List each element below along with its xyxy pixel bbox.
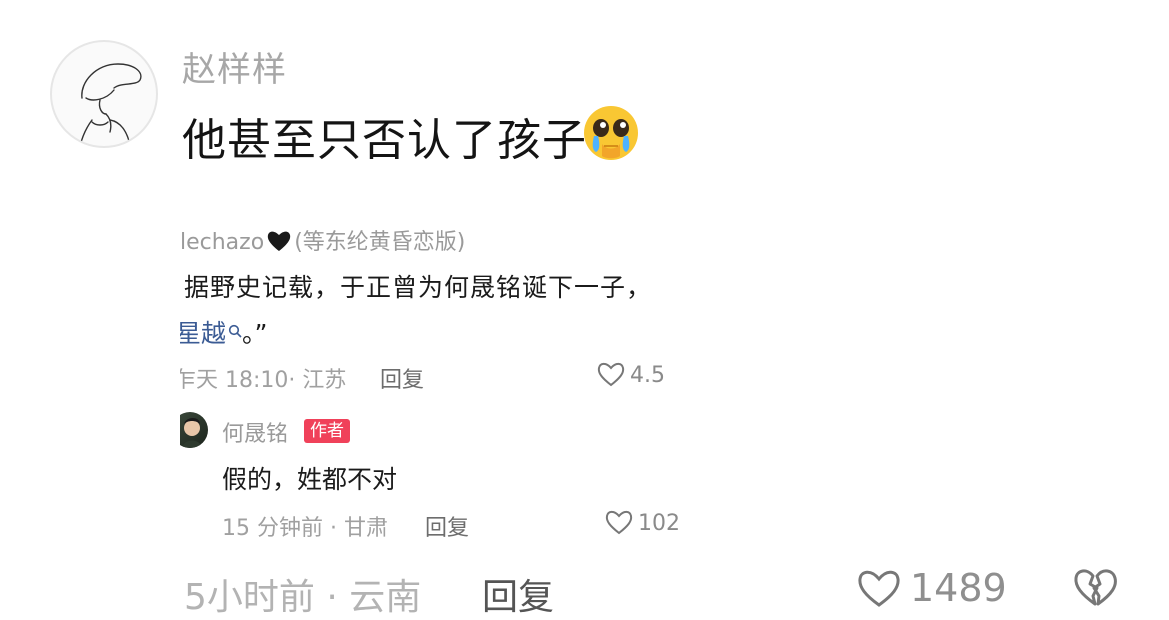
original-time-location: 乍天 18:10· 江苏 [180, 368, 347, 393]
dislike-button[interactable] [1072, 566, 1118, 612]
pleading-crying-emoji-icon [582, 104, 640, 162]
original-text-rest: 。” [242, 319, 268, 348]
original-text-line1: 据野史记载，于正曾为何晟铭诞下一子， [184, 273, 653, 302]
original-like-count: 4.5 [630, 363, 665, 388]
reply-like: 102 [604, 508, 680, 542]
reply-button[interactable]: 回复 [482, 568, 554, 620]
reply-time-location: 15 分钟前 · 甘肃 [222, 516, 388, 541]
original-reply-label: 回复 [380, 368, 425, 393]
original-username: lechazo [180, 230, 265, 255]
heart-outline-icon [596, 360, 626, 394]
reply-like-count: 102 [638, 511, 680, 536]
search-icon [228, 315, 242, 344]
reply-avatar [180, 412, 208, 448]
original-text-line2: 星越。” [180, 314, 267, 350]
black-heart-icon [266, 229, 292, 259]
like-button[interactable]: 1489 [856, 566, 1007, 610]
original-username-line: lechazo (等东纶黄昏恋版) [180, 224, 465, 259]
heart-outline-icon [604, 508, 634, 542]
heart-outline-icon [858, 570, 900, 607]
original-link: 星越 [180, 319, 227, 348]
like-count: 1489 [910, 566, 1007, 610]
reply-reply-label: 回复 [425, 516, 470, 541]
comment-time-location: 5小时前 · 云南 [184, 577, 422, 618]
original-username-suffix: (等东纶黄昏恋版) [294, 230, 466, 255]
original-like: 4.5 [596, 360, 665, 394]
embedded-screenshot: lechazo (等东纶黄昏恋版) 据野史记载，于正曾为何晟铭诞下一子， 星越。”… [180, 186, 680, 550]
comment-text: 他甚至只否认了孩子 [182, 115, 587, 166]
broken-heart-icon [1074, 569, 1117, 606]
author-badge: 作者 [304, 419, 350, 443]
comment-username[interactable]: 赵样样 [182, 42, 287, 91]
avatar[interactable] [50, 40, 158, 148]
reply-username: 何晟铭 [222, 422, 289, 447]
reply-text: 假的，姓都不对 [222, 465, 398, 494]
